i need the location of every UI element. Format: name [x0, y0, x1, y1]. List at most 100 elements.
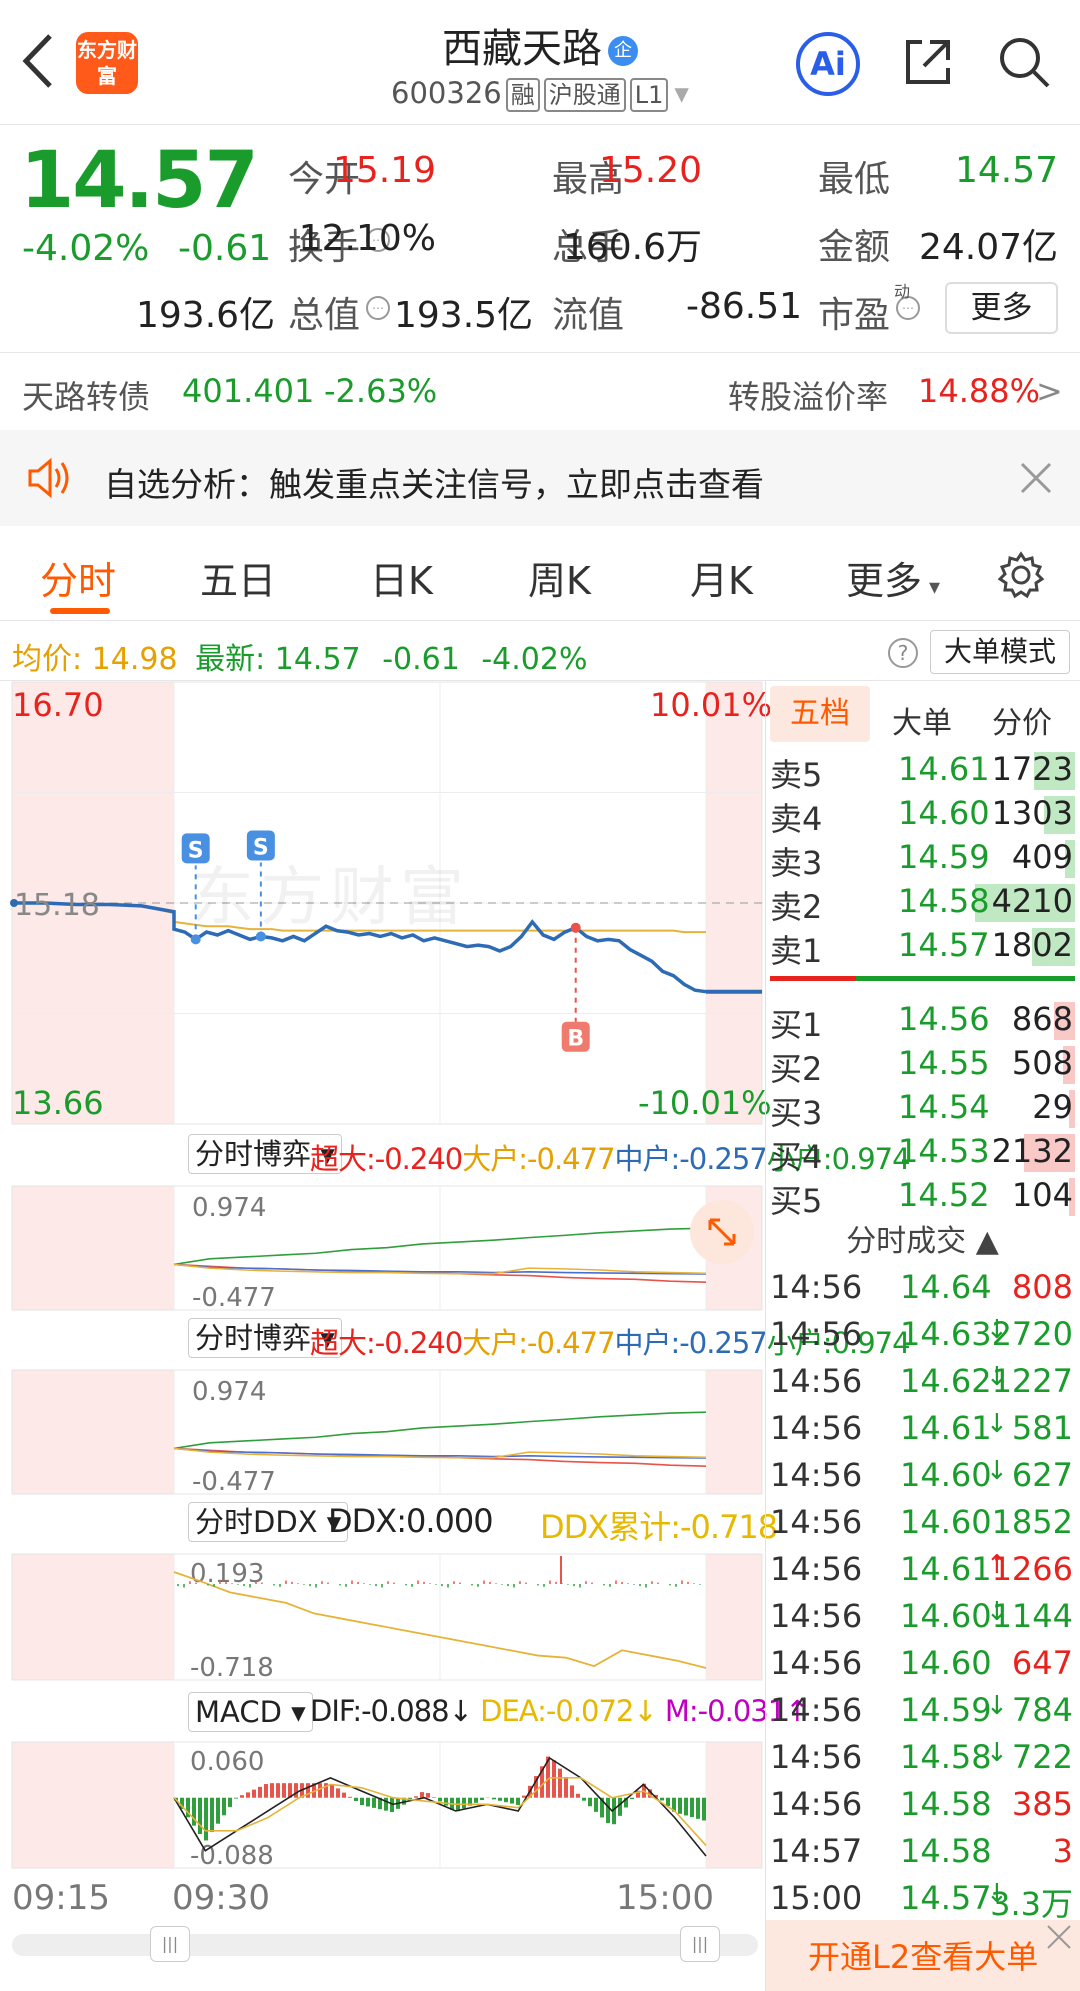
chart-info-bar: 均价: 14.98 最新: 14.57 -0.61 -4.02% — [12, 634, 588, 678]
bid-row[interactable]: 买3 14.54 29 — [770, 1088, 1075, 1132]
trade-row[interactable]: 14:56 14.60 ↓ 627 — [770, 1456, 1075, 1503]
bid-row[interactable]: 买5 14.52 104 — [770, 1176, 1075, 1220]
tag-connect: 沪股通 — [543, 78, 626, 112]
level-label: 卖5 — [770, 756, 823, 794]
close-icon[interactable] — [1018, 460, 1054, 496]
trade-price: 14.60 — [900, 1597, 992, 1635]
trade-row[interactable]: 14:56 14.61 ↑ 1266 — [770, 1550, 1075, 1597]
search-icon[interactable] — [996, 34, 1052, 90]
trade-volume: 3.3万 — [990, 1885, 1073, 1923]
ask-row[interactable]: 卖5 14.61 1723 — [770, 750, 1075, 794]
level-label: 卖4 — [770, 800, 823, 838]
trade-volume: 581 — [1011, 1409, 1073, 1447]
trade-row[interactable]: 15:00 14.57 ↓ 3.3万 — [770, 1879, 1075, 1926]
tab-price-distribution[interactable]: 分价 — [992, 698, 1052, 742]
level-label: 买4 — [770, 1138, 823, 1176]
level-price: 14.61 — [898, 750, 990, 788]
gear-icon[interactable] — [996, 550, 1046, 600]
trade-price: 14.60 — [900, 1644, 992, 1682]
trade-row[interactable]: 14:56 14.60 ↓ 1144 — [770, 1597, 1075, 1644]
post-market-shade — [706, 1742, 762, 1868]
post-market-shade — [706, 1370, 762, 1494]
trade-time: 14:56 — [770, 1315, 863, 1353]
level-price: 14.53 — [898, 1132, 990, 1170]
premium-label: 转股溢价率 — [728, 378, 889, 416]
trade-row[interactable]: 14:56 14.60 1852 — [770, 1503, 1075, 1550]
share-icon[interactable] — [900, 34, 956, 90]
panel-max-label: 0.974 — [192, 1377, 266, 1407]
bid-row[interactable]: 买4 14.53 2132 — [770, 1132, 1075, 1176]
l2-close-icon[interactable] — [1044, 1922, 1074, 1952]
trade-row[interactable]: 14:56 14.58 ↓ 722 — [770, 1738, 1075, 1785]
big-order-mode-button[interactable]: 大单模式 — [930, 630, 1070, 674]
trade-row[interactable]: 14:57 14.58 3 — [770, 1832, 1075, 1879]
bid-row[interactable]: 买1 14.56 868 — [770, 1000, 1075, 1044]
notice-text[interactable]: 自选分析：触发重点关注信号，立即点击查看 — [104, 458, 764, 506]
indicator-selector-macd[interactable]: MACD ▾ — [188, 1692, 313, 1732]
ask-row[interactable]: 卖2 14.58 4210 — [770, 882, 1075, 926]
expand-icon[interactable] — [690, 1200, 754, 1264]
trade-direction-icon: ↓ — [986, 1691, 1008, 1721]
scroll-track[interactable] — [12, 1934, 758, 1956]
trade-row[interactable]: 14:56 14.62 ↓ 1227 — [770, 1362, 1075, 1409]
level-price: 14.60 — [898, 794, 990, 832]
premium-value[interactable]: 14.88% — [918, 372, 1040, 410]
trade-volume: 1144 — [991, 1597, 1073, 1635]
trade-row[interactable]: 14:56 14.60 647 — [770, 1644, 1075, 1691]
tab-underline — [50, 608, 110, 614]
ask-row[interactable]: 卖4 14.60 1303 — [770, 794, 1075, 838]
info-icon[interactable]: ⋯ — [366, 296, 390, 320]
trade-row[interactable]: 14:56 14.58 385 — [770, 1785, 1075, 1832]
tab-monthly-k[interactable]: 月K — [690, 550, 753, 605]
bond-change: -2.63% — [324, 372, 438, 410]
last-price: 14.57 — [20, 136, 259, 226]
trade-time: 14:56 — [770, 1550, 863, 1588]
tab-five-day[interactable]: 五日 — [200, 550, 276, 605]
trade-row[interactable]: 14:56 14.59 ↓ 784 — [770, 1691, 1075, 1738]
bond-name[interactable]: 天路转债 — [22, 372, 150, 418]
level-volume: 104 — [1011, 1176, 1073, 1214]
tab-big-orders[interactable]: 大单 — [892, 698, 952, 742]
trade-price: 14.58 — [900, 1738, 992, 1776]
panel-min-label: -0.477 — [192, 1467, 276, 1497]
trade-time: 14:56 — [770, 1644, 863, 1682]
caret-up-icon: ▲ — [975, 1224, 999, 1259]
tab-more[interactable]: 更多 ▾ — [846, 550, 940, 605]
chevron-down-icon[interactable]: ▾ — [674, 76, 689, 110]
trade-price: 14.61 — [900, 1550, 992, 1588]
bid-ask-ratio-bar-sell — [770, 976, 856, 981]
trades-title[interactable]: 分时成交 ▲ — [770, 1216, 1075, 1260]
tag-level: L1 — [629, 78, 669, 112]
scroll-handle-left[interactable]: ||| — [150, 1926, 190, 1962]
trade-time: 14:56 — [770, 1456, 863, 1494]
quote-value: -86.51 — [686, 286, 803, 327]
level-volume: 508 — [1011, 1044, 1073, 1082]
ask-row[interactable]: 卖1 14.57 1802 — [770, 926, 1075, 970]
level-price: 14.52 — [898, 1176, 990, 1214]
panel-min-label: -0.718 — [190, 1653, 274, 1683]
trade-row[interactable]: 14:56 14.63 ↓ 2720 — [770, 1315, 1075, 1362]
tab-daily-k[interactable]: 日K — [370, 550, 433, 605]
tab-weekly-k[interactable]: 周K — [528, 550, 591, 605]
level-volume: 1802 — [991, 926, 1073, 964]
trade-volume: 1266 — [991, 1550, 1073, 1588]
tab-intraday[interactable]: 分时 — [40, 550, 116, 605]
level-volume: 1303 — [991, 794, 1073, 832]
trade-price: 14.58 — [900, 1785, 992, 1823]
chevron-right-icon[interactable]: > — [1036, 372, 1063, 410]
bid-row[interactable]: 买2 14.55 508 — [770, 1044, 1075, 1088]
trade-time: 14:56 — [770, 1738, 863, 1776]
indicator-selector-ddx[interactable]: 分时DDX ▾ — [188, 1502, 349, 1542]
quote-value: 14.57 — [954, 150, 1058, 191]
scroll-handle-right[interactable]: ||| — [680, 1926, 720, 1962]
more-button[interactable]: 更多 — [945, 282, 1058, 334]
l2-text[interactable]: 开通L2查看大单 — [808, 1932, 1038, 1978]
pre-market-shade — [12, 1186, 174, 1310]
trade-row[interactable]: 14:56 14.61 ↓ 581 — [770, 1409, 1075, 1456]
trade-row[interactable]: 14:56 14.64 808 — [770, 1268, 1075, 1315]
help-icon[interactable]: ? — [888, 638, 918, 668]
ai-button[interactable]: Ai — [796, 32, 860, 96]
tab-five-levels[interactable]: 五档 — [770, 686, 870, 742]
ask-row[interactable]: 卖3 14.59 409 — [770, 838, 1075, 882]
trade-price: 14.61 — [900, 1409, 992, 1447]
